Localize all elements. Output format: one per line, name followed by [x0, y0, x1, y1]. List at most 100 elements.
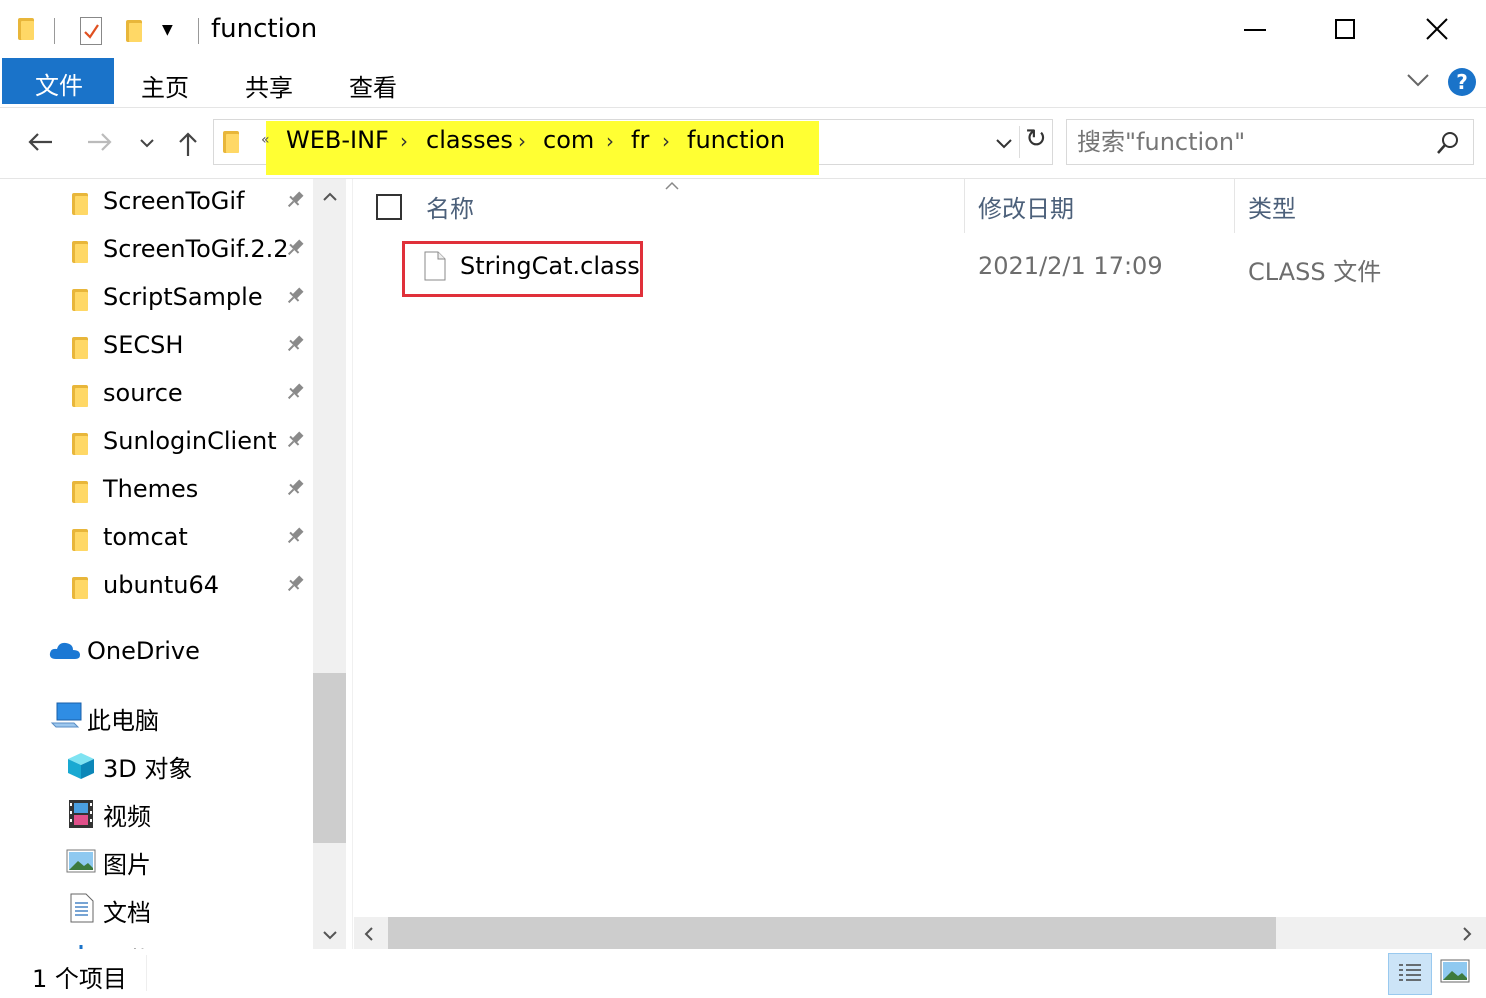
scroll-left-icon[interactable]: [362, 925, 376, 947]
sidebar-item-label: 此电脑: [87, 707, 159, 735]
pin-icon[interactable]: [284, 525, 306, 552]
folder-icon: [72, 529, 88, 551]
sidebar-item-downloads[interactable]: 下载: [0, 935, 312, 949]
pin-icon[interactable]: [284, 285, 306, 312]
folder-icon: [72, 385, 88, 407]
tab-share[interactable]: 共享: [245, 68, 293, 103]
address-bar[interactable]: « WEB-INF › classes › com › fr › functio…: [213, 119, 1053, 175]
crumb-function[interactable]: function: [687, 126, 785, 154]
table-row[interactable]: StringCat.class 2021/2/1 17:09 CLASS 文件: [366, 241, 1466, 297]
sidebar-item-quick-access[interactable]: tomcat: [0, 517, 312, 561]
address-dropdown-icon[interactable]: [994, 136, 1014, 155]
sidebar-item-label: ScriptSample: [103, 283, 263, 311]
column-divider[interactable]: [1234, 179, 1235, 233]
chevron-right-icon[interactable]: ›: [662, 129, 670, 153]
close-button[interactable]: [1406, 0, 1468, 58]
help-icon[interactable]: ?: [1448, 68, 1476, 96]
expand-ribbon-icon[interactable]: [1404, 70, 1432, 94]
scroll-down-icon[interactable]: [321, 927, 339, 946]
pin-icon[interactable]: [284, 189, 306, 216]
address-overflow[interactable]: «: [261, 132, 270, 148]
column-header-name[interactable]: 名称: [426, 189, 474, 224]
tab-file-label: 文件: [35, 72, 83, 100]
search-box[interactable]: [1066, 119, 1474, 165]
refresh-icon[interactable]: ↻: [1025, 124, 1047, 154]
sidebar-item-label: 视频: [103, 803, 151, 831]
sidebar-scrollbar[interactable]: [313, 179, 346, 949]
sidebar-item-label: ScreenToGif.2.2: [103, 235, 289, 263]
scroll-up-icon[interactable]: [321, 189, 339, 208]
tab-file[interactable]: 文件: [2, 58, 114, 104]
sidebar-item-quick-access[interactable]: SunloginClient: [0, 421, 312, 465]
forward-button[interactable]: [86, 130, 114, 158]
file-name[interactable]: StringCat.class: [460, 252, 640, 280]
scroll-thumb[interactable]: [313, 673, 346, 843]
back-button[interactable]: [26, 130, 54, 158]
up-button[interactable]: [176, 130, 200, 162]
horizontal-scrollbar[interactable]: [354, 917, 1486, 949]
sidebar-item-3d-objects[interactable]: 3D 对象: [0, 743, 312, 787]
folder-icon: [18, 18, 34, 40]
sidebar-item-quick-access[interactable]: Themes: [0, 469, 312, 513]
search-input[interactable]: [1077, 124, 1417, 160]
recent-locations-icon[interactable]: [138, 136, 156, 155]
tab-view[interactable]: 查看: [349, 68, 397, 103]
folder-icon: [72, 433, 88, 455]
document-icon: [70, 893, 94, 927]
sidebar-item-quick-access[interactable]: ScriptSample: [0, 277, 312, 321]
customize-toolbar-icon[interactable]: ▼: [162, 22, 173, 38]
file-list: 名称 修改日期 类型 StringCat.class 2021/2/1 17:0…: [346, 179, 1486, 949]
sidebar-item-quick-access[interactable]: SECSH: [0, 325, 312, 369]
scroll-thumb[interactable]: [388, 917, 1276, 949]
crumb-com[interactable]: com: [543, 126, 594, 154]
pin-icon[interactable]: [284, 237, 306, 264]
computer-icon: [50, 701, 82, 733]
film-icon: [68, 799, 94, 833]
navigation-pane: ScreenToGif ScreenToGif.2.2 ScriptSample SE…: [0, 179, 346, 949]
new-folder-icon[interactable]: [126, 20, 142, 42]
column-header-type[interactable]: 类型: [1248, 189, 1296, 224]
tab-home[interactable]: 主页: [141, 68, 189, 103]
file-icon: [424, 251, 446, 285]
column-divider[interactable]: [964, 179, 965, 233]
pin-icon[interactable]: [284, 333, 306, 360]
search-icon[interactable]: [1435, 130, 1461, 160]
maximize-button[interactable]: [1316, 0, 1376, 58]
crumb-fr[interactable]: fr: [631, 126, 649, 154]
details-view-button[interactable]: [1388, 953, 1432, 995]
sidebar-item-quick-access[interactable]: ScreenToGif: [0, 181, 312, 225]
minimize-button[interactable]: [1226, 0, 1286, 58]
sidebar-item-onedrive[interactable]: OneDrive: [0, 631, 312, 675]
column-header-date[interactable]: 修改日期: [978, 189, 1074, 224]
crumb-web-inf[interactable]: WEB-INF: [286, 126, 389, 154]
sidebar-item-label: SECSH: [103, 331, 184, 359]
pin-icon[interactable]: [284, 573, 306, 600]
divider: [198, 18, 199, 44]
divider: [1019, 126, 1020, 158]
large-icons-view-button[interactable]: [1440, 959, 1470, 989]
sidebar-item-quick-access[interactable]: ScreenToGif.2.2: [0, 229, 312, 273]
scroll-right-icon[interactable]: [1460, 925, 1474, 947]
chevron-right-icon[interactable]: ›: [400, 129, 408, 153]
sidebar-item-this-pc[interactable]: 此电脑: [0, 695, 312, 739]
pin-icon[interactable]: [284, 381, 306, 408]
select-all-checkbox[interactable]: [376, 194, 402, 220]
sidebar-item-documents[interactable]: 文档: [0, 887, 312, 931]
crumb-classes[interactable]: classes: [426, 126, 513, 154]
sidebar-item-videos[interactable]: 视频: [0, 791, 312, 835]
ribbon: 文件 主页 共享 查看 ?: [0, 58, 1486, 108]
folder-icon: [72, 481, 88, 503]
chevron-right-icon[interactable]: ›: [606, 129, 614, 153]
sidebar-item-pictures[interactable]: 图片: [0, 839, 312, 883]
chevron-right-icon[interactable]: ›: [518, 129, 526, 153]
folder-icon: [72, 289, 88, 311]
pin-icon[interactable]: [284, 429, 306, 456]
sort-indicator-icon: [664, 176, 680, 195]
sidebar-item-label: source: [103, 379, 183, 407]
sidebar-item-label: ubuntu64: [103, 571, 220, 599]
sidebar-item-quick-access[interactable]: ubuntu64: [0, 565, 312, 609]
cube-icon: [66, 751, 96, 785]
pin-icon[interactable]: [284, 477, 306, 504]
sidebar-item-quick-access[interactable]: source: [0, 373, 312, 417]
properties-icon[interactable]: [80, 17, 102, 45]
